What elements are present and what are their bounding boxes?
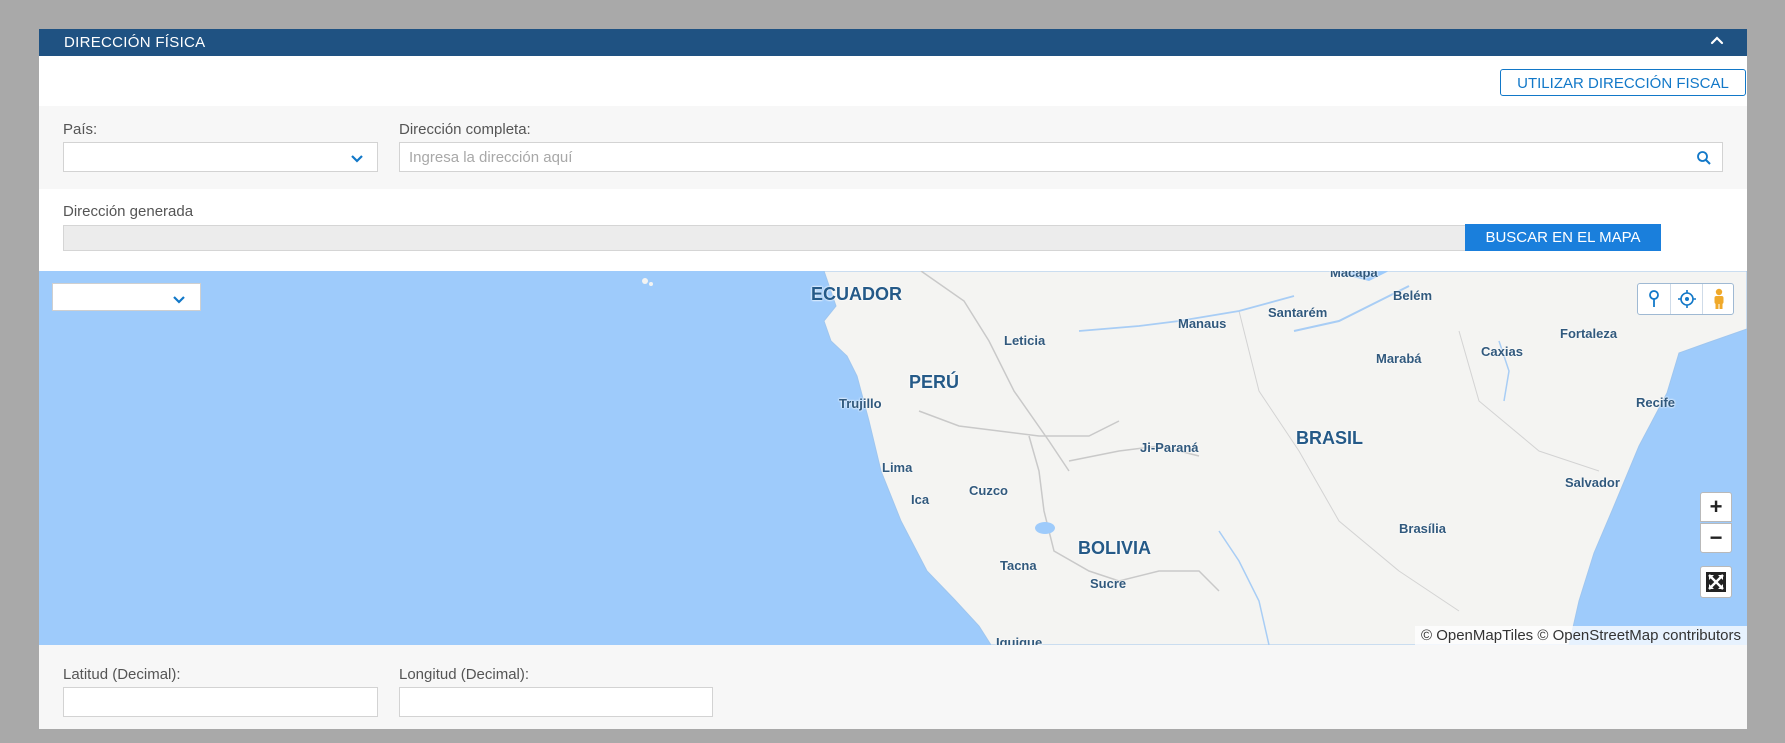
chevron-up-icon[interactable] [1709,33,1725,49]
map-label-macapa: Macapá [1330,271,1378,280]
zoom-in-button[interactable]: + [1700,492,1732,522]
address-label: Dirección completa: [399,121,531,138]
latitude-input[interactable] [63,687,378,717]
map-label-manaus: Manaus [1178,316,1227,331]
map-label-salvador: Salvador [1565,475,1620,490]
map-label-cuzco: Cuzco [969,483,1008,498]
map-label-iquique: Iquique [996,635,1043,645]
map-label-ica: Ica [911,492,930,507]
map-label-sucre: Sucre [1090,576,1127,591]
map-label-bolivia: BOLIVIA [1078,538,1152,558]
map-label-santarem: Santarém [1268,305,1328,320]
physical-address-panel: DIRECCIÓN FÍSICA UTILIZAR DIRECCIÓN FISC… [39,29,1747,729]
search-on-map-button[interactable]: BUSCAR EN EL MAPA [1465,224,1661,251]
street-view-tool[interactable] [1702,284,1735,314]
map-label-belem: Belém [1393,288,1433,303]
locate-icon [1678,290,1696,308]
chevron-down-icon [173,296,185,304]
country-select[interactable] [63,142,378,172]
map-attribution: © OpenMapTiles © OpenStreetMap contribut… [1414,626,1747,645]
search-icon [1697,151,1711,165]
map-label-brasil: BRASIL [1296,428,1363,448]
map-label-fortaleza: Fortaleza [1560,326,1618,341]
fullscreen-icon [1706,572,1726,592]
map-label-leticia: Leticia [1004,333,1046,348]
map-label-ecuador: ECUADOR [811,284,903,304]
my-location-tool[interactable] [1670,284,1703,314]
chevron-down-icon [351,155,363,163]
generated-address-field [63,225,1474,251]
map-base-layer [642,271,1747,645]
panel-header: DIRECCIÓN FÍSICA [39,29,1747,56]
map-label-trujillo: Trujillo [839,396,882,411]
country-label: País: [63,121,98,138]
street-view-icon [1714,288,1724,309]
use-fiscal-address-button[interactable]: UTILIZAR DIRECCIÓN FISCAL [1500,69,1746,96]
address-input[interactable] [399,142,1687,172]
map-view[interactable]: ECUADOR PERÚ BRASIL BOLIVIA Macapá Belém… [39,271,1747,645]
generated-address-label: Dirección generada [63,203,194,220]
fullscreen-button[interactable] [1700,566,1732,598]
map-label-tacna: Tacna [1000,558,1037,573]
map-label-caxias: Caxias [1481,344,1523,359]
latitude-label: Latitud (Decimal): [63,666,181,683]
panel-title: DIRECCIÓN FÍSICA [64,34,206,51]
longitude-input[interactable] [399,687,713,717]
map-label-peru: PERÚ [909,372,960,392]
map-label-brasilia: Brasília [1399,521,1446,536]
longitude-label: Longitud (Decimal): [399,666,530,683]
zoom-out-button[interactable]: − [1700,523,1732,553]
map-label-ji-parana: Ji-Paraná [1140,440,1199,455]
map-label-lima: Lima [882,460,913,475]
address-search-button[interactable] [1686,142,1723,172]
map-label-maraba: Marabá [1376,351,1422,366]
place-marker-tool[interactable] [1638,284,1670,314]
map-layer-select[interactable] [52,283,201,311]
map-tool-group [1637,283,1734,315]
map-label-recife: Recife [1636,395,1676,410]
pin-icon [1649,290,1659,307]
